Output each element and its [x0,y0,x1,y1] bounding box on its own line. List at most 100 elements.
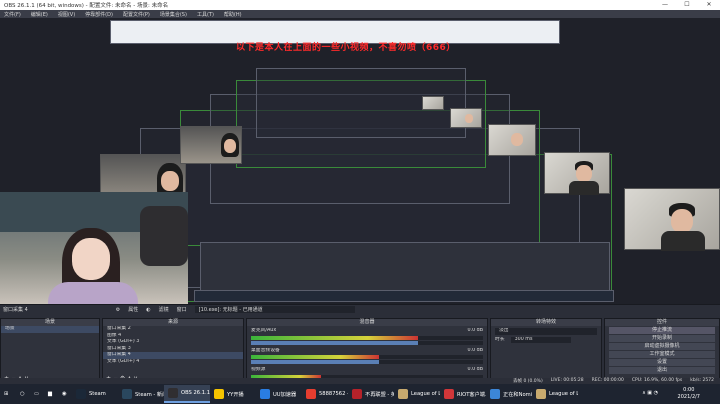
taskbar-app[interactable]: 58887562 - [... [302,385,348,403]
scene-item[interactable]: 场景 [1,326,99,333]
scenes-title: 场景 [1,319,99,326]
settings-button[interactable]: 设置 [609,359,715,366]
window-label: 窗口 [176,307,187,313]
volume-slider[interactable] [251,340,483,345]
app-icon [536,389,546,399]
minimize-button[interactable]: — [654,0,676,10]
source-item[interactable]: 文本 (GDI+) 4 [103,359,243,366]
sources-title: 来源 [103,319,243,326]
taskbar-app[interactable]: YY开播 [210,385,256,403]
source-name: 窗口采集 4 [3,307,28,313]
controls-dock: 控件 停止推流 开始录制 启动虚拟摄像机 工作室模式 设置 退出 [604,318,720,384]
file-explorer-icon[interactable]: ▆ [44,385,58,403]
channel-name: 视频源 [251,367,266,372]
app-icon [490,389,500,399]
controls-title: 控件 [605,319,719,326]
duration-input[interactable]: 300 ms [510,336,571,343]
taskbar-app-label: League of Le... [549,391,578,397]
taskbar-app[interactable]: UU加速器 [256,385,302,403]
menu-scene-collection[interactable]: 场景集合(S) [160,11,187,18]
streamer-main-cam [0,192,188,304]
search-icon[interactable]: ○ [16,385,30,403]
channel-name: 桌面音频设备 [251,347,280,353]
menu-profile[interactable]: 配置文件(P) [123,11,150,18]
nested-taskbar [194,290,614,302]
volume-slider[interactable] [251,360,483,364]
taskbar-app-label: OBS 26.1.1 (... [181,390,210,396]
browser-icon[interactable]: ◉ [58,385,72,403]
taskbar-app-label: YY开播 [227,391,244,398]
taskbar-app-label: Steam - 新闻... [135,391,164,398]
taskbar-app-label: 不再联盟 - 英... [365,391,394,398]
taskbar-app-label: League of Le... [411,391,440,397]
channel-db: 0.0 dB [467,328,484,333]
system-tray[interactable]: ∧ ▣ ◔ [642,390,658,396]
webcam-feed [488,124,536,156]
clock-date: 2021/2/7 [677,394,700,400]
close-button[interactable]: ✕ [698,0,720,10]
app-icon [76,389,86,399]
menu-bar: 文件(F) 编辑(E) 视图(V) 停靠部件(D) 配置文件(P) 场景集合(S… [0,10,720,18]
menu-file[interactable]: 文件(F) [4,11,21,18]
webcam-feed [624,188,720,251]
taskbar-app-label: 正在和Nomi... [503,391,532,398]
app-icon [306,389,316,399]
menu-tools[interactable]: 工具(T) [197,11,214,18]
properties-button[interactable]: 属性 [128,306,138,313]
app-icon [260,389,270,399]
menu-view[interactable]: 视图(V) [58,11,75,18]
window-select[interactable]: [10.exe]: 无标题 - 已用通道 [194,306,355,313]
taskbar-app[interactable]: Steam - 新闻... [118,385,164,403]
mixer-channel: 视频源 0.0 dB [247,365,487,379]
exit-button[interactable]: 退出 [609,367,715,374]
menu-docks[interactable]: 停靠部件(D) [85,11,113,18]
gear-icon: ⚙ [115,306,121,313]
transition-select[interactable]: 淡出 [495,328,597,335]
window-title: OBS 26.1.1 (64 bit, windows) - 配置文件: 未命名… [4,3,169,9]
taskbar-app[interactable]: 不再联盟 - 英... [348,385,394,403]
volume-meter [251,355,483,359]
filters-button[interactable]: 滤镜 [159,306,169,313]
menu-edit[interactable]: 编辑(E) [31,11,48,18]
taskbar-app[interactable]: League of Le... [532,385,578,403]
studio-mode-button[interactable]: 工作室模式 [609,351,715,358]
mixer-title: 混音器 [247,319,487,326]
overlay-text: 以下是本人在上面的一些小视频，不喜勿喷（666） [236,43,456,53]
taskbar-app-label: Steam [89,391,106,397]
filter-icon: ◐ [146,306,151,313]
scenes-dock: 场景 场景 + − ∧ ∨ [0,318,100,384]
taskbar-app[interactable]: League of Le... [394,385,440,403]
window-titlebar: OBS 26.1.1 (64 bit, windows) - 配置文件: 未命名… [0,0,720,10]
taskbar-app[interactable]: Steam [72,385,118,403]
taskbar-app[interactable]: RIOT客户端... [440,385,486,403]
taskbar-app-label: UU加速器 [273,391,297,398]
taskbar-app-label: RIOT客户端... [457,391,486,398]
app-icon [398,389,408,399]
taskbar: ⊞ ○ ▭ ▆ ◉ Steam Steam - 新闻... OBS 26.1.1 (… [0,384,720,404]
taskbar-app[interactable]: OBS 26.1.1 (... [164,385,210,403]
start-recording-button[interactable]: 开始录制 [609,335,715,342]
clock-time: 0:00 [683,387,695,393]
channel-db: 0.0 dB [467,347,484,353]
duration-label: 时长 [495,336,505,342]
app-icon [444,389,454,399]
taskbar-app[interactable]: 正在和Nomi... [486,385,532,403]
preview-canvas[interactable]: 以下是本人在上面的一些小视频，不喜勿喷（666） [0,18,720,304]
start-icon[interactable]: ⊞ [0,385,16,403]
channel-db: 0.0 dB [467,367,484,372]
task-view-icon[interactable]: ▭ [30,385,44,403]
sources-dock: 来源 窗口采集 2 图像 4 文本 (GDI+) 3 窗口采集 3 窗口采集 4… [102,318,244,384]
taskbar-app-label: 58887562 - [... [319,391,348,397]
menu-help[interactable]: 帮助(H) [224,11,242,18]
clock[interactable]: 0:00 2021/2/7 [678,387,700,401]
transitions-title: 转场特效 [491,319,601,326]
webcam-feed [544,152,610,195]
stop-streaming-button[interactable]: 停止推流 [609,327,715,334]
virtual-camera-button[interactable]: 启动虚拟摄像机 [609,343,715,350]
channel-name: 麦克风/Aux [251,328,277,333]
transitions-dock: 转场特效 淡出 时长 300 ms [490,318,602,384]
webcam-feed [450,108,482,128]
volume-meter [251,335,483,340]
mixer-channel: 桌面音频设备 0.0 dB [247,346,487,364]
maximize-button[interactable]: ☐ [676,0,698,10]
